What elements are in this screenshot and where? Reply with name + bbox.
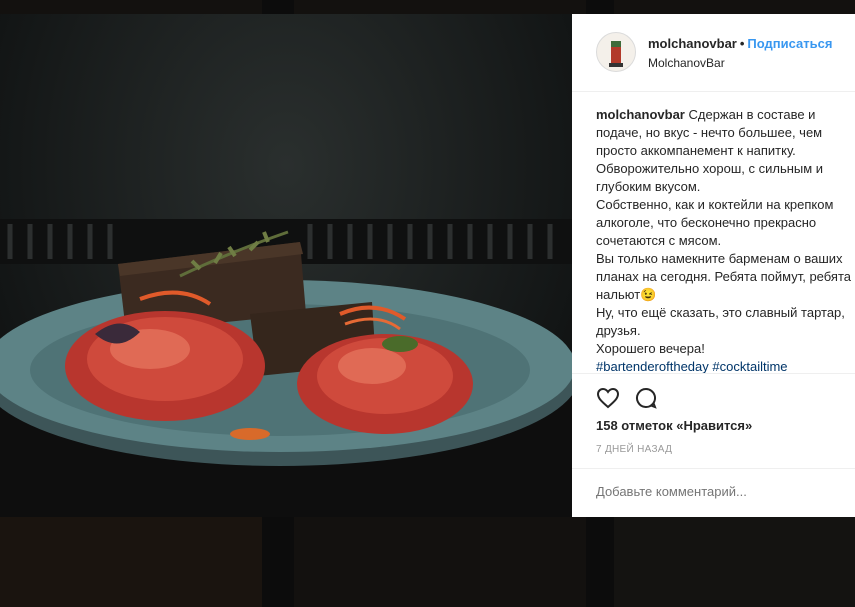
- caption-line: Хорошего вечера!: [596, 341, 705, 356]
- food-plate-image: [0, 219, 572, 517]
- post-caption: molchanovbar Сдержан в составе и подаче,…: [596, 106, 855, 376]
- separator-dot: •: [739, 36, 745, 51]
- caption-line: глубоким вкусом.: [596, 179, 701, 194]
- header-username[interactable]: molchanovbar: [648, 36, 737, 51]
- divider: [572, 468, 855, 469]
- caption-line: Ну, что ещё сказать, это славный тартар,: [596, 305, 845, 320]
- action-bar: [596, 386, 668, 412]
- post-header: molchanovbar • Подписаться MolchanovBar: [572, 14, 855, 92]
- caption-line: Вы только намекните барменам о ваших: [596, 251, 843, 266]
- follow-button[interactable]: Подписаться: [747, 36, 832, 51]
- post-sidebar: molchanovbar • Подписаться MolchanovBar mo…: [572, 14, 855, 517]
- caption-line: подаче, но вкус - нечто большее, чем: [596, 125, 823, 140]
- caption-line: друзья.: [596, 323, 641, 338]
- hashtag-link[interactable]: #cocktailtime: [712, 359, 787, 374]
- cocktail-avatar-icon: [609, 41, 623, 67]
- likes-count[interactable]: 158 отметок «Нравится»: [596, 418, 752, 433]
- heart-icon[interactable]: [596, 386, 620, 410]
- divider: [572, 373, 855, 374]
- post-modal: molchanovbar • Подписаться MolchanovBar mo…: [0, 14, 855, 517]
- comment-bubble-icon[interactable]: [634, 386, 658, 410]
- caption-line: нальют😉: [596, 287, 657, 302]
- comment-input[interactable]: [596, 484, 836, 499]
- caption-line: Сдержан в составе и: [688, 107, 816, 122]
- caption-line: Обворожительно хорош, с сильным и: [596, 161, 824, 176]
- avatar[interactable]: [596, 32, 636, 72]
- caption-line: алкоголе, что бесконечно прекрасно: [596, 215, 817, 230]
- caption-line: просто аккомпанемент к напитку.: [596, 143, 796, 158]
- post-photo[interactable]: [0, 14, 572, 517]
- location-link[interactable]: MolchanovBar: [648, 56, 725, 70]
- caption-line: Собственно, как и коктейли на крепком: [596, 197, 834, 212]
- caption-username[interactable]: molchanovbar: [596, 107, 685, 122]
- caption-line: планах на сегодня. Ребята поймут, ребята: [596, 269, 851, 284]
- hashtag-link[interactable]: #bartenderoftheday: [596, 359, 709, 374]
- caption-line: сочетаются с мясом.: [596, 233, 722, 248]
- post-date[interactable]: 7 ДНЕЙ НАЗАД: [596, 444, 672, 455]
